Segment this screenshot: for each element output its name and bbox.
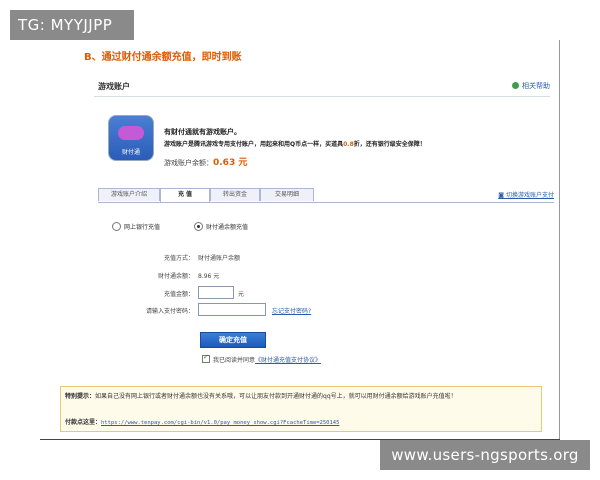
watermark-top-left: TG: MYYJJPP	[10, 10, 134, 40]
gamepad-icon	[118, 126, 144, 140]
agreement-checkbox[interactable]	[202, 353, 210, 363]
account-headline: 有财付通就有游戏账户。	[164, 128, 241, 136]
icon-label: 财付通	[121, 149, 140, 156]
radio-icon[interactable]	[112, 222, 121, 231]
tab-recharge[interactable]: 充 值	[160, 188, 210, 202]
section-title: 游戏账户	[98, 82, 130, 91]
frame-border-right	[559, 40, 560, 440]
section-header: 游戏账户 相关帮助	[94, 80, 550, 97]
step-title: B、通过财付通余额充值，即时到账	[84, 52, 242, 63]
help-link[interactable]: 相关帮助	[512, 81, 550, 91]
password-input[interactable]	[198, 303, 266, 316]
help-icon	[512, 82, 519, 89]
amount-label: 充值金额：	[163, 291, 194, 298]
watermark-bottom-right: www.users-ngsports.org	[380, 440, 590, 470]
option-tenpay-balance[interactable]: 财付通余额充值	[194, 222, 248, 231]
switch-account-link[interactable]: ◙ 切换游戏账户支付	[498, 190, 554, 199]
account-description: 游戏账户是腾讯游戏专用支付账户，用起来和用Q币点一样，买道具0.8折，还有银行级…	[164, 141, 426, 148]
agreement-link[interactable]: 《财付通充值支付协议》	[255, 357, 321, 364]
tab-transactions[interactable]: 交易明细	[260, 188, 314, 201]
agreement-row: 我已阅读并同意《财付通充值支付协议》	[202, 353, 321, 364]
tip-text: 特别提示：如果自己没有网上银行或者财付通余额也没有关系哦，可以让朋友付款到开通财…	[65, 393, 457, 400]
special-tip-box: 特别提示：如果自己没有网上银行或者财付通余额也没有关系哦，可以让朋友付款到开通财…	[60, 386, 542, 432]
pay-row: 付款点这里：https://www.tenpay.com/cgi-bin/v1.…	[65, 419, 340, 426]
method-value: 财付通账户余额	[198, 255, 241, 262]
option-online-banking[interactable]: 网上银行充值	[112, 222, 160, 231]
page-frame: B、通过财付通余额充值，即时到账 游戏账户 相关帮助 财付通 有财付通就有游戏账…	[40, 40, 560, 440]
amount-input[interactable]	[198, 286, 234, 299]
confirm-recharge-button[interactable]: 确定充值	[200, 332, 266, 348]
method-label: 充值方式：	[163, 255, 194, 262]
amount-unit: 元	[238, 291, 245, 298]
tab-bar: 游戏账户介绍 充 值 转出资金 交易明细 ◙ 切换游戏账户支付	[98, 188, 554, 203]
tab-intro[interactable]: 游戏账户介绍	[98, 188, 160, 201]
password-label: 请输入支付密码：	[145, 308, 194, 315]
game-account-balance: 游戏账户余额：0.63 元	[164, 158, 248, 168]
tenpay-balance-label: 财付通余额：	[157, 273, 194, 280]
tab-transfer-out[interactable]: 转出资金	[210, 188, 260, 201]
tenpay-balance-value: 8.96 元	[198, 273, 220, 280]
game-account-icon: 财付通	[108, 115, 154, 161]
forgot-password-link[interactable]: 忘记支付密码?	[272, 306, 311, 315]
pay-url-link[interactable]: https://www.tenpay.com/cgi-bin/v1.0/pay_…	[101, 420, 339, 426]
radio-selected-icon[interactable]	[194, 222, 203, 231]
